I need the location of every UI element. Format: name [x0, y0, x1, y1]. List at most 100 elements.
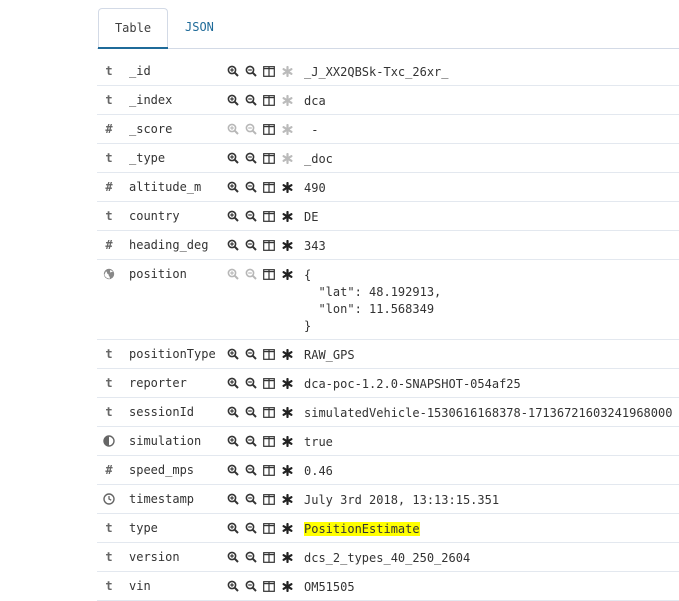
filter-exists-icon[interactable]	[278, 404, 296, 420]
field-value-text: RAW_GPS	[304, 348, 355, 362]
toggle-column-icon[interactable]	[260, 462, 278, 478]
filter-out-value-icon[interactable]	[242, 491, 260, 507]
search-highlight: PositionEstimate	[304, 522, 420, 536]
filter-for-value-icon[interactable]	[224, 121, 242, 137]
string-type-icon: t	[105, 151, 113, 165]
filter-for-value-icon[interactable]	[224, 578, 242, 594]
string-type-icon: t	[105, 376, 113, 390]
table-row: t positionType RAW_GPS	[97, 340, 679, 369]
field-value: dcs_2_types_40_250_2604	[304, 550, 470, 567]
boolean-type-icon	[102, 433, 116, 449]
filter-for-value-icon[interactable]	[224, 346, 242, 362]
filter-exists-icon[interactable]	[278, 491, 296, 507]
field-actions	[224, 404, 296, 420]
filter-out-value-icon[interactable]	[242, 462, 260, 478]
filter-exists-icon[interactable]	[278, 375, 296, 391]
filter-for-value-icon[interactable]	[224, 150, 242, 166]
toggle-column-icon[interactable]	[260, 433, 278, 449]
field-value-text: { "lat": 48.192913, "lon": 11.568349 }	[304, 268, 442, 333]
filter-for-value-icon[interactable]	[224, 433, 242, 449]
filter-exists-icon[interactable]	[278, 63, 296, 79]
toggle-column-icon[interactable]	[260, 237, 278, 253]
filter-for-value-icon[interactable]	[224, 208, 242, 224]
filter-exists-icon[interactable]	[278, 179, 296, 195]
filter-for-value-icon[interactable]	[224, 63, 242, 79]
field-value-text: 490	[304, 181, 326, 195]
toggle-column-icon[interactable]	[260, 266, 278, 282]
field-name: timestamp	[129, 492, 195, 506]
filter-out-value-icon[interactable]	[242, 121, 260, 137]
tab-table[interactable]: Table	[98, 8, 168, 49]
toggle-column-icon[interactable]	[260, 578, 278, 594]
field-name: country	[129, 209, 180, 223]
filter-out-value-icon[interactable]	[242, 92, 260, 108]
filter-out-value-icon[interactable]	[242, 208, 260, 224]
toggle-column-icon[interactable]	[260, 179, 278, 195]
filter-out-value-icon[interactable]	[242, 375, 260, 391]
filter-for-value-icon[interactable]	[224, 266, 242, 282]
table-row: # heading_deg 343	[97, 231, 679, 260]
field-actions	[224, 433, 296, 449]
table-row: position { "lat": 48.192913, "lon": 11.56…	[97, 260, 679, 340]
toggle-column-icon[interactable]	[260, 404, 278, 420]
filter-out-value-icon[interactable]	[242, 237, 260, 253]
filter-out-value-icon[interactable]	[242, 179, 260, 195]
toggle-column-icon[interactable]	[260, 375, 278, 391]
filter-out-value-icon[interactable]	[242, 404, 260, 420]
filter-exists-icon[interactable]	[278, 549, 296, 565]
toggle-column-icon[interactable]	[260, 491, 278, 507]
filter-for-value-icon[interactable]	[224, 462, 242, 478]
filter-for-value-icon[interactable]	[224, 92, 242, 108]
tab-json[interactable]: JSON	[185, 8, 214, 48]
filter-exists-icon[interactable]	[278, 150, 296, 166]
filter-exists-icon[interactable]	[278, 92, 296, 108]
filter-for-value-icon[interactable]	[224, 237, 242, 253]
filter-exists-icon[interactable]	[278, 208, 296, 224]
toggle-column-icon[interactable]	[260, 208, 278, 224]
table-row: t type PositionEstimate	[97, 514, 679, 543]
toggle-column-icon[interactable]	[260, 92, 278, 108]
filter-for-value-icon[interactable]	[224, 404, 242, 420]
field-name: simulation	[129, 434, 202, 448]
filter-for-value-icon[interactable]	[224, 491, 242, 507]
toggle-column-icon[interactable]	[260, 549, 278, 565]
field-value: OM51505	[304, 579, 355, 596]
field-actions	[224, 208, 296, 224]
toggle-column-icon[interactable]	[260, 150, 278, 166]
toggle-column-icon[interactable]	[260, 63, 278, 79]
filter-for-value-icon[interactable]	[224, 375, 242, 391]
filter-for-value-icon[interactable]	[224, 520, 242, 536]
field-value-text: dca-poc-1.2.0-SNAPSHOT-054af25	[304, 377, 521, 391]
filter-out-value-icon[interactable]	[242, 433, 260, 449]
toggle-column-icon[interactable]	[260, 121, 278, 137]
filter-out-value-icon[interactable]	[242, 520, 260, 536]
filter-exists-icon[interactable]	[278, 578, 296, 594]
filter-exists-icon[interactable]	[278, 520, 296, 536]
field-value: 343	[304, 238, 326, 255]
field-name: heading_deg	[129, 238, 209, 252]
filter-out-value-icon[interactable]	[242, 578, 260, 594]
filter-out-value-icon[interactable]	[242, 266, 260, 282]
filter-out-value-icon[interactable]	[242, 150, 260, 166]
toggle-column-icon[interactable]	[260, 346, 278, 362]
toggle-column-icon[interactable]	[260, 520, 278, 536]
field-actions	[224, 179, 296, 195]
string-type-icon: t	[105, 579, 113, 593]
field-name: speed_mps	[129, 463, 195, 477]
filter-for-value-icon[interactable]	[224, 179, 242, 195]
field-actions	[224, 150, 296, 166]
filter-out-value-icon[interactable]	[242, 549, 260, 565]
field-value-text: dcs_2_types_40_250_2604	[304, 551, 471, 565]
field-name: version	[129, 550, 180, 564]
field-value: 0.46	[304, 463, 333, 480]
filter-exists-icon[interactable]	[278, 462, 296, 478]
filter-exists-icon[interactable]	[278, 237, 296, 253]
filter-exists-icon[interactable]	[278, 266, 296, 282]
filter-for-value-icon[interactable]	[224, 549, 242, 565]
filter-exists-icon[interactable]	[278, 121, 296, 137]
filter-exists-icon[interactable]	[278, 346, 296, 362]
filter-out-value-icon[interactable]	[242, 63, 260, 79]
filter-out-value-icon[interactable]	[242, 346, 260, 362]
filter-exists-icon[interactable]	[278, 433, 296, 449]
field-name: _type	[129, 151, 166, 165]
